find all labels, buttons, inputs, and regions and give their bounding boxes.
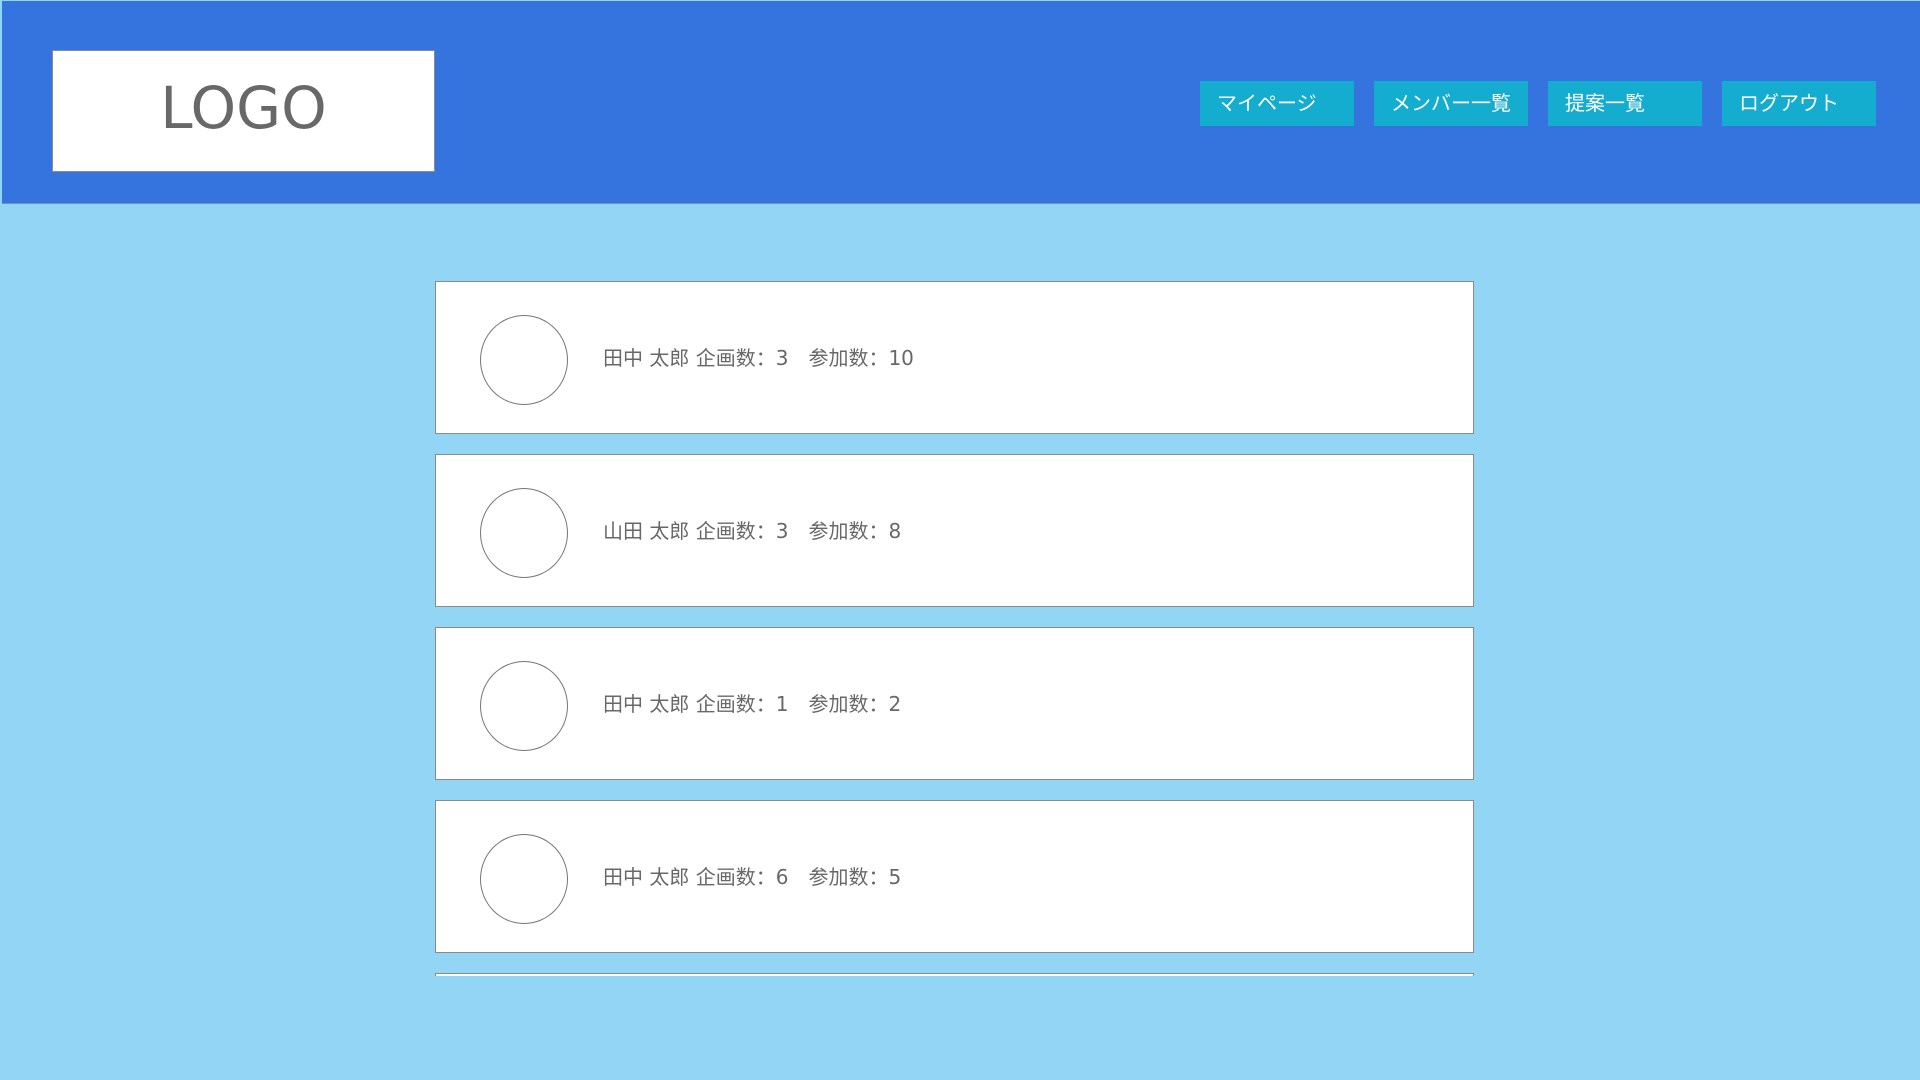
- member-info: 田中 太郎 企画数：6 参加数：5: [603, 865, 902, 889]
- member-info: 田中 太郎 企画数：1 参加数：2: [603, 692, 902, 716]
- logo: LOGO: [52, 50, 435, 172]
- member-card[interactable]: 田中 太郎 企画数：6 参加数：5: [435, 800, 1474, 953]
- member-list-button[interactable]: メンバー一覧: [1374, 81, 1528, 126]
- partial-member-card[interactable]: [435, 973, 1474, 976]
- member-list[interactable]: 田中 太郎 企画数：3 参加数：10 山田 太郎 企画数：3 参加数：8 田中 …: [435, 281, 1474, 976]
- member-list-page: LOGO マイページ メンバー一覧 提案一覧 ログアウト 田中 太郎 企画数：3…: [0, 0, 1920, 1080]
- avatar-icon: [480, 488, 568, 578]
- member-card[interactable]: 田中 太郎 企画数：3 参加数：10: [435, 281, 1474, 434]
- logout-button[interactable]: ログアウト: [1722, 81, 1876, 126]
- avatar-icon: [480, 661, 568, 751]
- member-info: 田中 太郎 企画数：3 参加数：10: [603, 346, 914, 370]
- avatar-icon: [480, 315, 568, 405]
- member-card[interactable]: 山田 太郎 企画数：3 参加数：8: [435, 454, 1474, 607]
- top-header: LOGO マイページ メンバー一覧 提案一覧 ログアウト: [2, 1, 1920, 204]
- main-navigation: マイページ メンバー一覧 提案一覧 ログアウト: [1200, 81, 1876, 126]
- member-info: 山田 太郎 企画数：3 参加数：8: [603, 519, 902, 543]
- proposal-list-button[interactable]: 提案一覧: [1548, 81, 1702, 126]
- avatar-icon: [480, 834, 568, 924]
- mypage-button[interactable]: マイページ: [1200, 81, 1354, 126]
- member-card[interactable]: 田中 太郎 企画数：1 参加数：2: [435, 627, 1474, 780]
